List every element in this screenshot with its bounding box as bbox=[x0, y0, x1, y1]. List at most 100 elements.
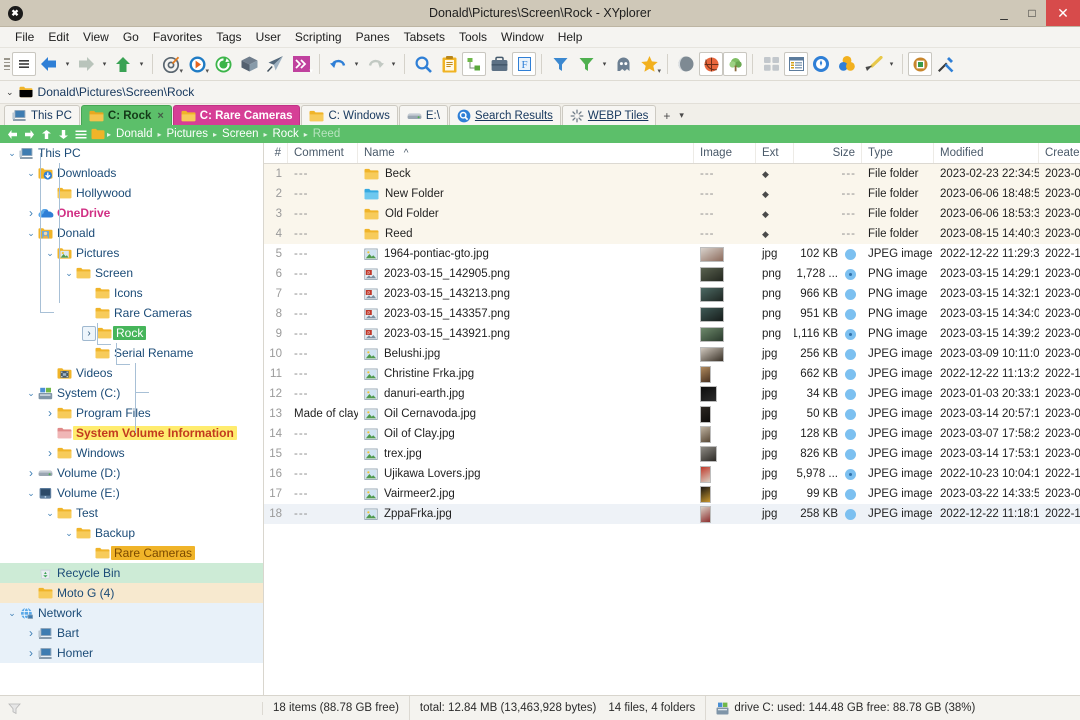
nav-down-icon[interactable] bbox=[55, 125, 72, 143]
menu-item-go[interactable]: Go bbox=[116, 27, 146, 47]
breadcrumb-reed[interactable]: Reed bbox=[309, 128, 345, 140]
tree-item-system-volume-information[interactable]: System Volume Information bbox=[0, 423, 263, 443]
star-icon[interactable]: ▾ bbox=[636, 51, 662, 77]
nav-menu-icon[interactable] bbox=[72, 125, 89, 143]
menu-item-panes[interactable]: Panes bbox=[349, 27, 397, 47]
tree-item-serial-rename[interactable]: Serial Rename bbox=[0, 343, 263, 363]
tree-icon[interactable] bbox=[723, 52, 747, 76]
table-row[interactable]: 1---Beck---◆---File folder2023-02-23 22:… bbox=[264, 164, 1080, 184]
cell-name[interactable]: Oil Cernavoda.jpg bbox=[358, 404, 694, 424]
cell-name[interactable]: trex.jpg bbox=[358, 444, 694, 464]
tree-item-volume-d[interactable]: ›Volume (D:) bbox=[0, 463, 263, 483]
tree-item-rare-cameras[interactable]: Rare Cameras bbox=[0, 303, 263, 323]
target-icon[interactable]: ▾ bbox=[158, 51, 184, 77]
forward-dropdown-icon[interactable]: ▾ bbox=[99, 51, 110, 77]
chevron-down-icon[interactable]: ⌄ bbox=[25, 168, 37, 179]
column-header-name[interactable]: Name^ bbox=[358, 143, 694, 163]
ball-icon[interactable] bbox=[699, 52, 723, 76]
chevron-right-icon[interactable]: › bbox=[25, 646, 37, 660]
cell-name[interactable]: Oil of Clay.jpg bbox=[358, 424, 694, 444]
branch-view-icon[interactable] bbox=[462, 52, 486, 76]
redo-icon[interactable] bbox=[362, 51, 388, 77]
cell-name[interactable]: Belushi.jpg bbox=[358, 344, 694, 364]
badge-icon[interactable] bbox=[808, 51, 834, 77]
table-row[interactable]: 9---P2023-03-15_143921.pngpng1,116 KBPNG… bbox=[264, 324, 1080, 344]
menu-item-scripting[interactable]: Scripting bbox=[288, 27, 349, 47]
tab-e[interactable]: E:\ bbox=[399, 105, 448, 125]
filter-green-icon[interactable] bbox=[573, 51, 599, 77]
table-row[interactable]: 3---Old Folder---◆---File folder2023-06-… bbox=[264, 204, 1080, 224]
tab-close-icon[interactable]: × bbox=[157, 110, 163, 122]
filter-blue-icon[interactable] bbox=[547, 51, 573, 77]
cell-name[interactable]: P2023-03-15_143357.png bbox=[358, 304, 694, 324]
search-icon[interactable] bbox=[410, 51, 436, 77]
cell-name[interactable]: Beck bbox=[358, 164, 694, 184]
maximize-button[interactable]: □ bbox=[1018, 0, 1046, 26]
chevron-right-icon[interactable]: › bbox=[25, 466, 37, 480]
up-icon[interactable] bbox=[110, 51, 136, 77]
tree-item-rock[interactable]: ›Rock bbox=[0, 323, 263, 343]
chevron-right-icon[interactable]: › bbox=[25, 626, 37, 640]
tab-webp-tiles[interactable]: WEBP Tiles bbox=[562, 105, 657, 125]
cell-name[interactable]: Vairmeer2.jpg bbox=[358, 484, 694, 504]
tree-item-rare-cameras[interactable]: Rare Cameras bbox=[0, 543, 263, 563]
nav-forward-icon[interactable] bbox=[21, 125, 38, 143]
chevron-down-icon[interactable]: ⌄ bbox=[25, 388, 37, 399]
menu-item-tags[interactable]: Tags bbox=[209, 27, 248, 47]
undo-icon[interactable] bbox=[325, 51, 351, 77]
cell-name[interactable]: ZppaFrka.jpg bbox=[358, 504, 694, 524]
back-dropdown-icon[interactable]: ▾ bbox=[62, 51, 73, 77]
menu-item-file[interactable]: File bbox=[8, 27, 41, 47]
table-row[interactable]: 17---Vairmeer2.jpgjpg99 KBJPEG image2023… bbox=[264, 484, 1080, 504]
tab-c-rock[interactable]: C: Rock× bbox=[81, 105, 172, 125]
preview-icon[interactable] bbox=[908, 52, 932, 76]
tree-item-network[interactable]: ⌄Network bbox=[0, 603, 263, 623]
paper-plane-icon[interactable] bbox=[262, 51, 288, 77]
cell-name[interactable]: Reed bbox=[358, 224, 694, 244]
tree-item-videos[interactable]: Videos bbox=[0, 363, 263, 383]
filter-dropdown-icon[interactable]: ▾ bbox=[599, 51, 610, 77]
tab-c-windows[interactable]: C: Windows bbox=[301, 105, 397, 125]
tab-menu-icon[interactable]: ▾ bbox=[679, 110, 684, 121]
tab-this-pc[interactable]: This PC bbox=[4, 105, 80, 125]
goto-icon[interactable]: ▾ bbox=[184, 51, 210, 77]
tree-item-pictures[interactable]: ⌄Pictures bbox=[0, 243, 263, 263]
tree-item-bart[interactable]: ›Bart bbox=[0, 623, 263, 643]
table-row[interactable]: 13Made of clayOil Cernavoda.jpgjpg50 KBJ… bbox=[264, 404, 1080, 424]
tree-item-test[interactable]: ⌄Test bbox=[0, 503, 263, 523]
briefcase-icon[interactable] bbox=[486, 51, 512, 77]
close-button[interactable]: ✕ bbox=[1046, 0, 1080, 26]
breadcrumb-screen[interactable]: Screen bbox=[218, 128, 262, 140]
tree-item-icons[interactable]: Icons bbox=[0, 283, 263, 303]
table-row[interactable]: 11---Christine Frka.jpgjpg662 KBJPEG ima… bbox=[264, 364, 1080, 384]
details-icon[interactable] bbox=[784, 52, 808, 76]
cell-name[interactable]: 1964-pontiac-gto.jpg bbox=[358, 244, 694, 264]
table-row[interactable]: 7---P2023-03-15_143213.pngpng966 KBPNG i… bbox=[264, 284, 1080, 304]
address-bar[interactable]: ⌄ Donald\Pictures\Screen\Rock bbox=[0, 81, 1080, 104]
font-icon[interactable]: F bbox=[512, 52, 536, 76]
thumbnails-icon[interactable] bbox=[758, 51, 784, 77]
table-row[interactable]: 16---Ujikawa Lovers.jpgjpg5,978 ...JPEG … bbox=[264, 464, 1080, 484]
up-dropdown-icon[interactable]: ▾ bbox=[136, 51, 147, 77]
fast-forward-icon[interactable]: ▾ bbox=[288, 51, 314, 77]
menu-item-help[interactable]: Help bbox=[551, 27, 590, 47]
cell-name[interactable]: Ujikawa Lovers.jpg bbox=[358, 464, 694, 484]
tree-item-downloads[interactable]: ⌄Downloads bbox=[0, 163, 263, 183]
tree-item-hollywood[interactable]: Hollywood bbox=[0, 183, 263, 203]
table-row[interactable]: 15---trex.jpgjpg826 KBJPEG image2023-03-… bbox=[264, 444, 1080, 464]
tab-search-results[interactable]: Search Results bbox=[449, 105, 561, 125]
ghost-icon[interactable] bbox=[610, 51, 636, 77]
tree-item-moto-g-4[interactable]: Moto G (4) bbox=[0, 583, 263, 603]
column-header-created[interactable]: Created bbox=[1039, 143, 1080, 163]
table-row[interactable]: 10---Belushi.jpgjpg256 KBJPEG image2023-… bbox=[264, 344, 1080, 364]
table-row[interactable]: 2---New Folder---◆---File folder2023-06-… bbox=[264, 184, 1080, 204]
tree-item-backup[interactable]: ⌄Backup bbox=[0, 523, 263, 543]
menu-item-user[interactable]: User bbox=[249, 27, 288, 47]
column-header-comment[interactable]: Comment bbox=[288, 143, 358, 163]
tree-item-system-c[interactable]: ⌄System (C:) bbox=[0, 383, 263, 403]
tree-item-windows[interactable]: ›Windows bbox=[0, 443, 263, 463]
back-icon[interactable] bbox=[36, 51, 62, 77]
box-icon[interactable] bbox=[236, 51, 262, 77]
chevron-down-icon[interactable]: ⌄ bbox=[63, 268, 75, 279]
table-row[interactable]: 12---danuri-earth.jpgjpg34 KBJPEG image2… bbox=[264, 384, 1080, 404]
